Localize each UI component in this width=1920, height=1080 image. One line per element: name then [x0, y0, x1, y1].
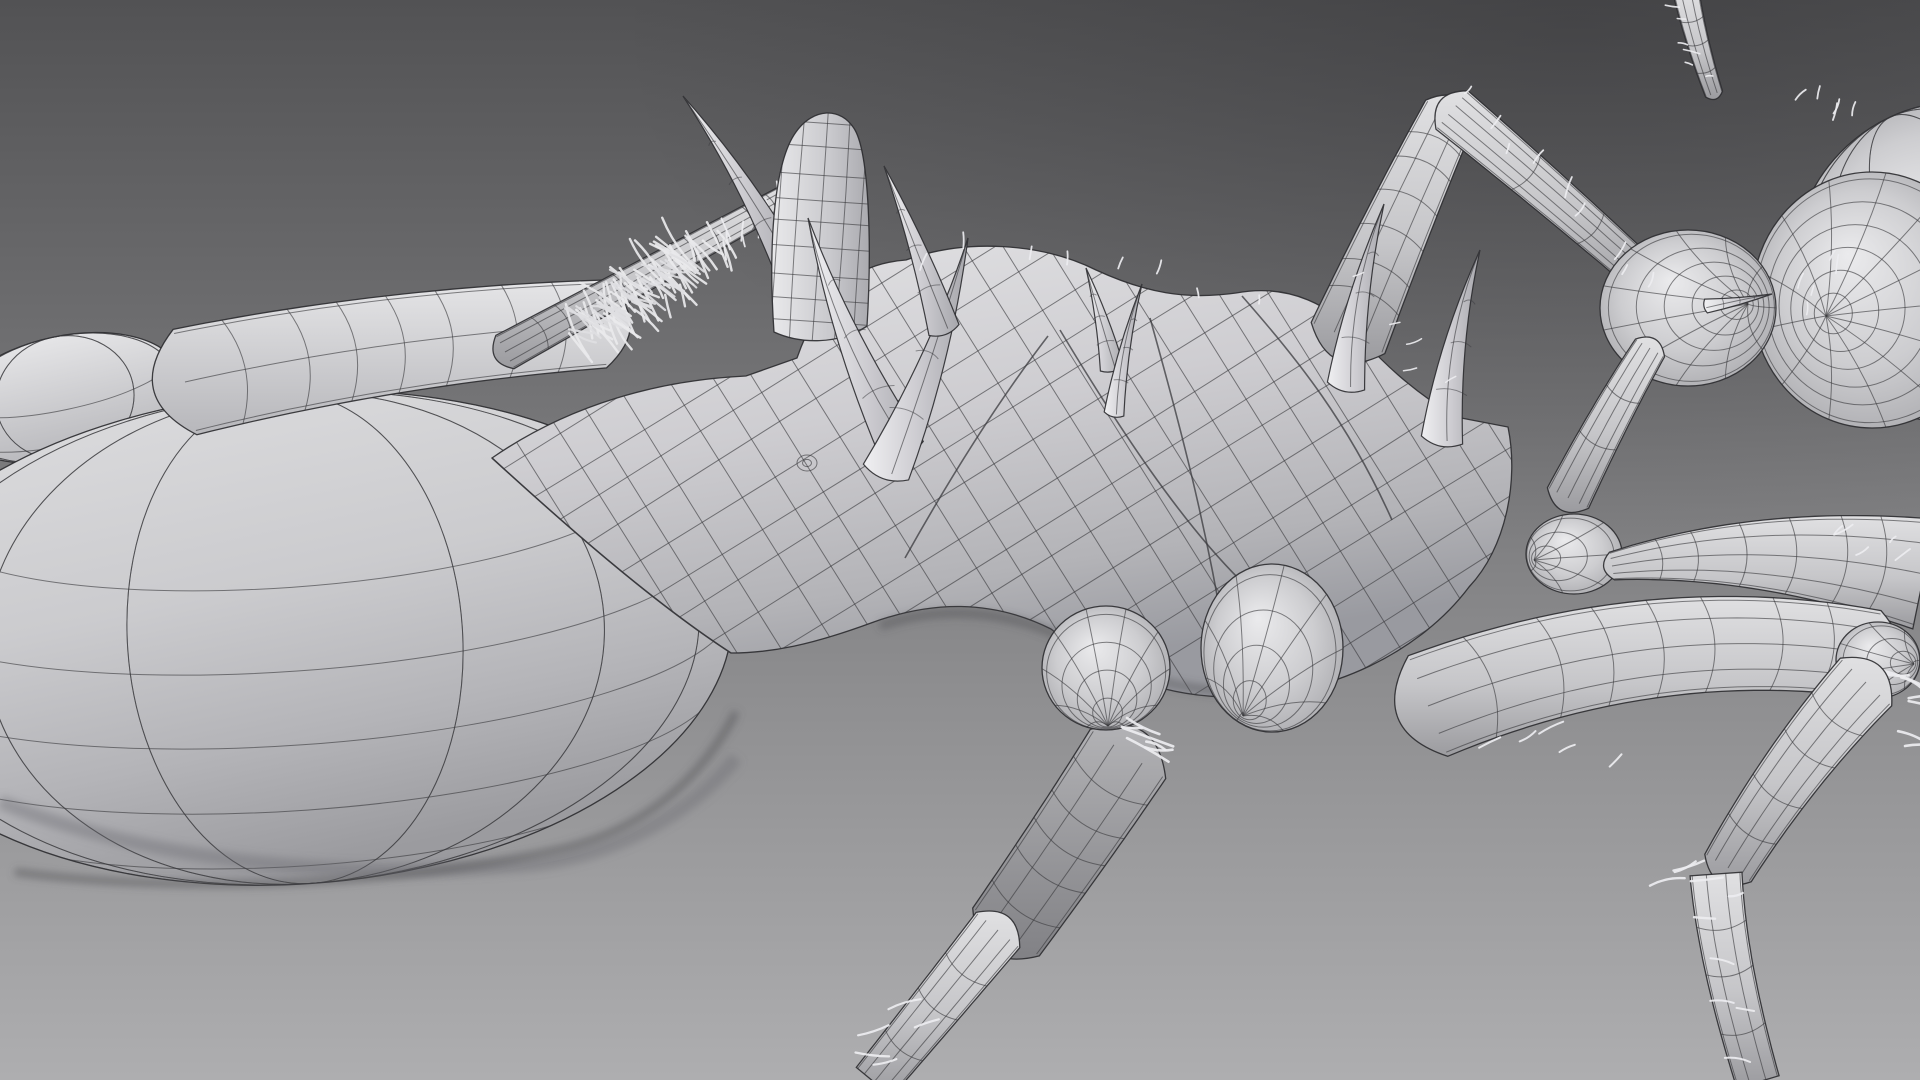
viewport-3d-render — [0, 0, 1920, 1080]
application-window — [0, 0, 1920, 1080]
hind-coxa — [1200, 563, 1344, 733]
petiole-node-front — [1041, 605, 1171, 731]
